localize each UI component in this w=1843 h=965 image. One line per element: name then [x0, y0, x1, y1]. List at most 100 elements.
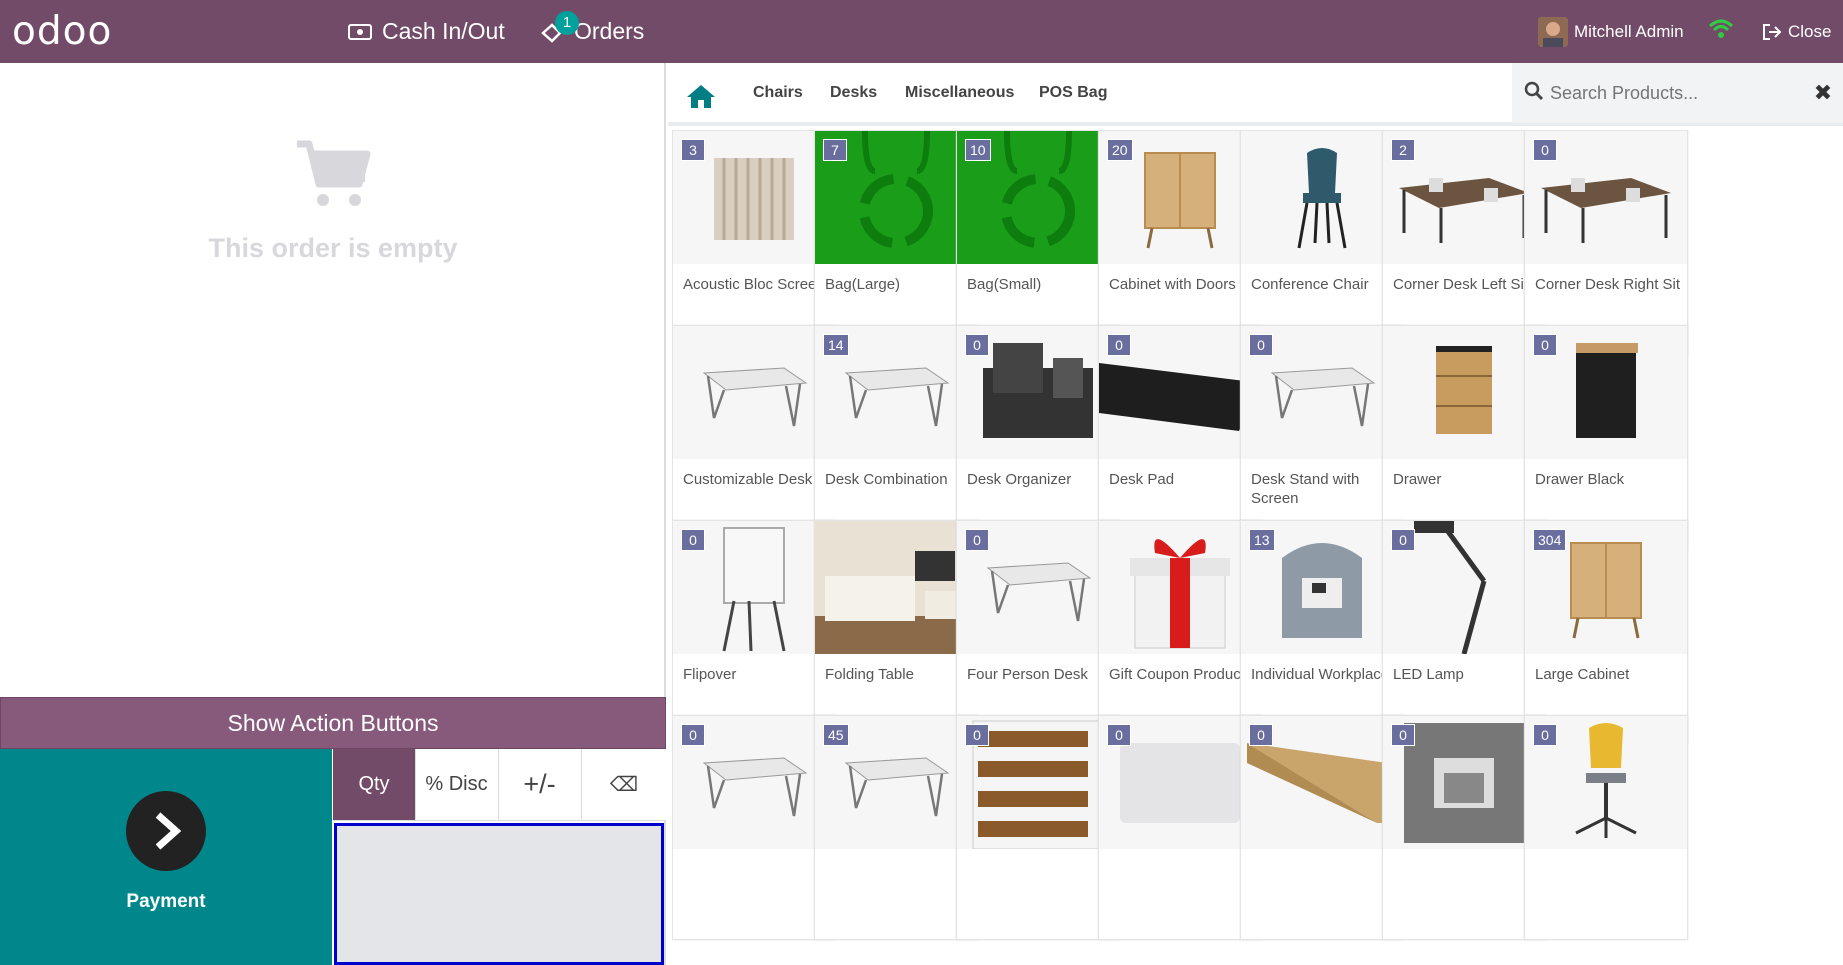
product-image — [1241, 131, 1403, 264]
product-name: Large Cabinet — [1535, 666, 1630, 683]
product-card[interactable]: 3Acoustic Bloc Screens$ 295.00 — [672, 130, 836, 355]
stock-badge: 0 — [681, 529, 705, 551]
stock-badge: 20 — [1107, 139, 1133, 161]
stock-badge: 2 — [1391, 139, 1415, 161]
chevron-right-icon — [126, 791, 206, 871]
stock-badge: 45 — [823, 724, 849, 746]
product-name: Desk Organizer — [967, 471, 1072, 488]
orders-button[interactable]: 1 Orders — [540, 0, 644, 63]
product-image — [815, 521, 977, 654]
product-card[interactable]: 0 — [672, 715, 836, 940]
product-card[interactable]: 0LED Lamp$ 1.04/Units — [1382, 520, 1546, 745]
stock-badge: 0 — [1249, 724, 1273, 746]
product-name: Desk Stand with Screen — [1251, 471, 1360, 507]
stock-badge: 0 — [681, 724, 705, 746]
product-name: Folding Table — [825, 666, 914, 683]
product-image — [1099, 521, 1261, 654]
product-card[interactable]: Conference Chair2 Variants — [1240, 130, 1404, 355]
product-name: Bag(Small) — [967, 276, 1042, 293]
product-card[interactable]: 0 — [956, 715, 1120, 940]
product-card[interactable]: 20Cabinet with Doors$ 140.00 — [1098, 130, 1262, 355]
stock-badge: 7 — [823, 139, 847, 161]
product-name: Flipover — [683, 666, 737, 683]
product-name: Drawer Black — [1535, 471, 1625, 488]
category-pos-bag[interactable]: POS Bag — [1039, 84, 1107, 102]
stock-badge: 0 — [1107, 724, 1131, 746]
category-miscellaneous[interactable]: Miscellaneous — [905, 84, 1014, 102]
numpad-qty-button[interactable]: Qty — [333, 749, 415, 821]
product-card[interactable]: 0 — [1240, 715, 1404, 940]
home-icon[interactable] — [686, 83, 716, 114]
empty-order-message: This order is empty — [0, 138, 666, 264]
category-desks[interactable]: Desks — [830, 84, 877, 102]
stock-badge: 0 — [1391, 724, 1415, 746]
show-action-buttons[interactable]: Show Action Buttons — [0, 697, 666, 749]
product-name: Cabinet with Doors — [1109, 276, 1236, 293]
product-name: Individual Workplace — [1251, 666, 1390, 683]
clear-search-icon[interactable]: ✖ — [1803, 80, 1843, 106]
payment-button[interactable]: Payment — [0, 749, 332, 965]
product-card[interactable]: 304Large Cabinet$ 320.00 — [1524, 520, 1688, 745]
product-name: Corner Desk Right Sit — [1535, 276, 1681, 293]
product-card[interactable]: Drawer2 Variants — [1382, 325, 1546, 550]
wifi-icon — [1708, 18, 1734, 45]
close-label: Close — [1788, 21, 1832, 41]
category-chairs[interactable]: Chairs — [753, 84, 803, 102]
product-card[interactable]: 10Bag(Small)$ 100.00 — [956, 130, 1120, 355]
numpad-backspace-button[interactable]: ⌫ — [581, 749, 666, 821]
search-input[interactable] — [1550, 82, 1803, 104]
product-card[interactable]: Gift Coupon Product$ 0.00 — [1098, 520, 1262, 745]
product-card[interactable]: 0 — [1524, 715, 1688, 940]
product-card[interactable]: 45 — [814, 715, 978, 940]
product-card[interactable]: 0Four Person Desk$ 2,350.00 — [956, 520, 1120, 745]
empty-order-text: This order is empty — [208, 233, 458, 263]
product-card[interactable]: Customizable Desk5 Variants — [672, 325, 836, 550]
stock-badge: 3 — [681, 139, 705, 161]
product-card[interactable]: 0Flipover$ 1,950.00 — [672, 520, 836, 745]
product-card[interactable]: 0Corner Desk Right Sit$ 147.00 — [1524, 130, 1688, 355]
stock-badge: 0 — [1533, 724, 1557, 746]
cash-in-out-label: Cash In/Out — [382, 18, 505, 44]
orders-count-badge: 1 — [555, 11, 579, 35]
close-button[interactable]: Close — [1762, 0, 1831, 63]
cash-in-out-button[interactable]: Cash In/Out — [348, 0, 505, 63]
numpad-discount-button[interactable]: % Disc — [415, 749, 497, 821]
product-grid: 3Acoustic Bloc Screens$ 295.007Bag(Large… — [672, 130, 1843, 965]
product-card[interactable]: 0Desk Pad$ 2.28/Units — [1098, 325, 1262, 550]
product-card[interactable]: 0 — [1098, 715, 1262, 940]
cart-icon — [293, 140, 373, 214]
search-box: ✖ — [1512, 63, 1843, 123]
product-name: Drawer — [1393, 471, 1442, 488]
sign-out-icon — [1762, 23, 1782, 41]
product-image — [673, 326, 835, 459]
product-card[interactable]: 13Individual Workplace$ 885.00 — [1240, 520, 1404, 745]
stock-badge: 0 — [965, 529, 989, 551]
product-card[interactable]: 0 — [1382, 715, 1546, 940]
product-name: Conference Chair — [1251, 276, 1369, 293]
product-name: Desk Combination — [825, 471, 948, 488]
product-name: Bag(Large) — [825, 276, 901, 293]
product-name: LED Lamp — [1393, 666, 1464, 683]
product-card[interactable]: Folding Table$ 2,070.00 — [814, 520, 978, 745]
product-name: Acoustic Bloc Screens — [683, 276, 833, 293]
stock-badge: 0 — [1533, 334, 1557, 356]
product-card[interactable]: 0Desk Stand with Screen$ 2,100.00 — [1240, 325, 1404, 550]
stock-badge: 0 — [1107, 334, 1131, 356]
product-card[interactable]: 0Drawer Black$ 25.00 — [1524, 325, 1688, 550]
user-menu[interactable]: Mitchell Admin — [1538, 0, 1684, 63]
numpad-area[interactable] — [334, 823, 664, 965]
product-card[interactable]: 0Desk Organizer$ 5.10/Units — [956, 325, 1120, 550]
stock-badge: 304 — [1533, 529, 1567, 551]
product-card[interactable]: 7Bag(Large)$ 150.00 — [814, 130, 978, 355]
odoo-logo: odoo — [12, 9, 113, 54]
payment-label: Payment — [126, 891, 206, 912]
orders-label: Orders — [574, 18, 645, 44]
stock-badge: 0 — [965, 724, 989, 746]
product-name: Four Person Desk — [967, 666, 1088, 683]
numpad-sign-button[interactable]: +/- — [498, 749, 580, 821]
stock-badge: 0 — [1533, 139, 1557, 161]
product-card[interactable]: 14Desk Combination$ 450.00 — [814, 325, 978, 550]
stock-badge: 0 — [1391, 529, 1415, 551]
stock-badge: 13 — [1249, 529, 1275, 551]
product-card[interactable]: 2Corner Desk Left Sit$ 85.00 — [1382, 130, 1546, 355]
